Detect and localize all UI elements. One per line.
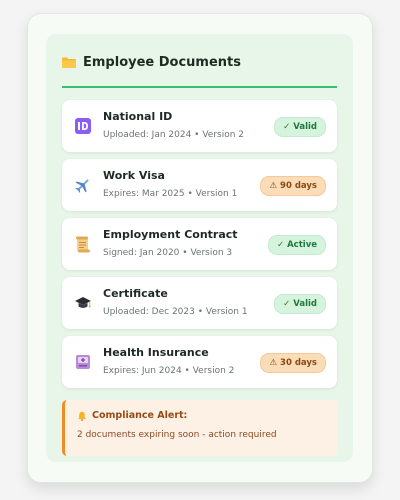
airplane-icon bbox=[75, 179, 89, 193]
document-meta: Uploaded: Jan 2024 • Version 2 bbox=[103, 130, 245, 140]
document-name: Certificate bbox=[103, 287, 168, 300]
scroll-icon bbox=[76, 236, 90, 253]
document-meta: Expires: Mar 2025 • Version 1 bbox=[103, 189, 238, 199]
document-name: Work Visa bbox=[103, 169, 165, 182]
page-title: Employee Documents bbox=[83, 54, 242, 70]
status-badge: ⚠ 30 days bbox=[260, 353, 326, 373]
status-badge: ✓ Active bbox=[268, 235, 326, 255]
status-badge: ✓ Valid bbox=[274, 294, 326, 314]
id-card-icon bbox=[75, 118, 91, 134]
alert-title-row: Compliance Alert: bbox=[77, 410, 325, 421]
document-card-certificate[interactable]: Certificate Uploaded: Dec 2023 • Version… bbox=[62, 277, 337, 329]
document-name: National ID bbox=[103, 110, 173, 123]
document-card-national-id[interactable]: National ID Uploaded: Jan 2024 • Version… bbox=[62, 100, 337, 152]
document-list: National ID Uploaded: Jan 2024 • Version… bbox=[62, 100, 337, 388]
documents-panel: Employee Documents National ID Uploaded:… bbox=[46, 34, 353, 462]
compliance-alert: Compliance Alert: 2 documents expiring s… bbox=[62, 400, 337, 456]
status-badge: ✓ Valid bbox=[274, 117, 326, 137]
document-name: Employment Contract bbox=[103, 228, 238, 241]
insurance-card-icon bbox=[76, 355, 90, 369]
document-meta: Signed: Jan 2020 • Version 3 bbox=[103, 248, 233, 258]
document-meta: Expires: Jun 2024 • Version 2 bbox=[103, 366, 235, 376]
bell-icon bbox=[78, 411, 86, 421]
document-card-work-visa[interactable]: Work Visa Expires: Mar 2025 • Version 1 … bbox=[62, 159, 337, 211]
graduation-cap-icon bbox=[75, 297, 91, 308]
status-badge: ⚠ 90 days bbox=[260, 176, 326, 196]
document-card-employment-contract[interactable]: Employment Contract Signed: Jan 2020 • V… bbox=[62, 218, 337, 270]
document-card-health-insurance[interactable]: Health Insurance Expires: Jun 2024 • Ver… bbox=[62, 336, 337, 388]
folder-icon bbox=[62, 57, 76, 68]
panel-header: Employee Documents bbox=[62, 48, 337, 88]
alert-message: 2 documents expiring soon - action requi… bbox=[77, 430, 277, 440]
document-meta: Uploaded: Dec 2023 • Version 1 bbox=[103, 307, 248, 317]
alert-title: Compliance Alert: bbox=[92, 410, 188, 421]
document-name: Health Insurance bbox=[103, 346, 209, 359]
